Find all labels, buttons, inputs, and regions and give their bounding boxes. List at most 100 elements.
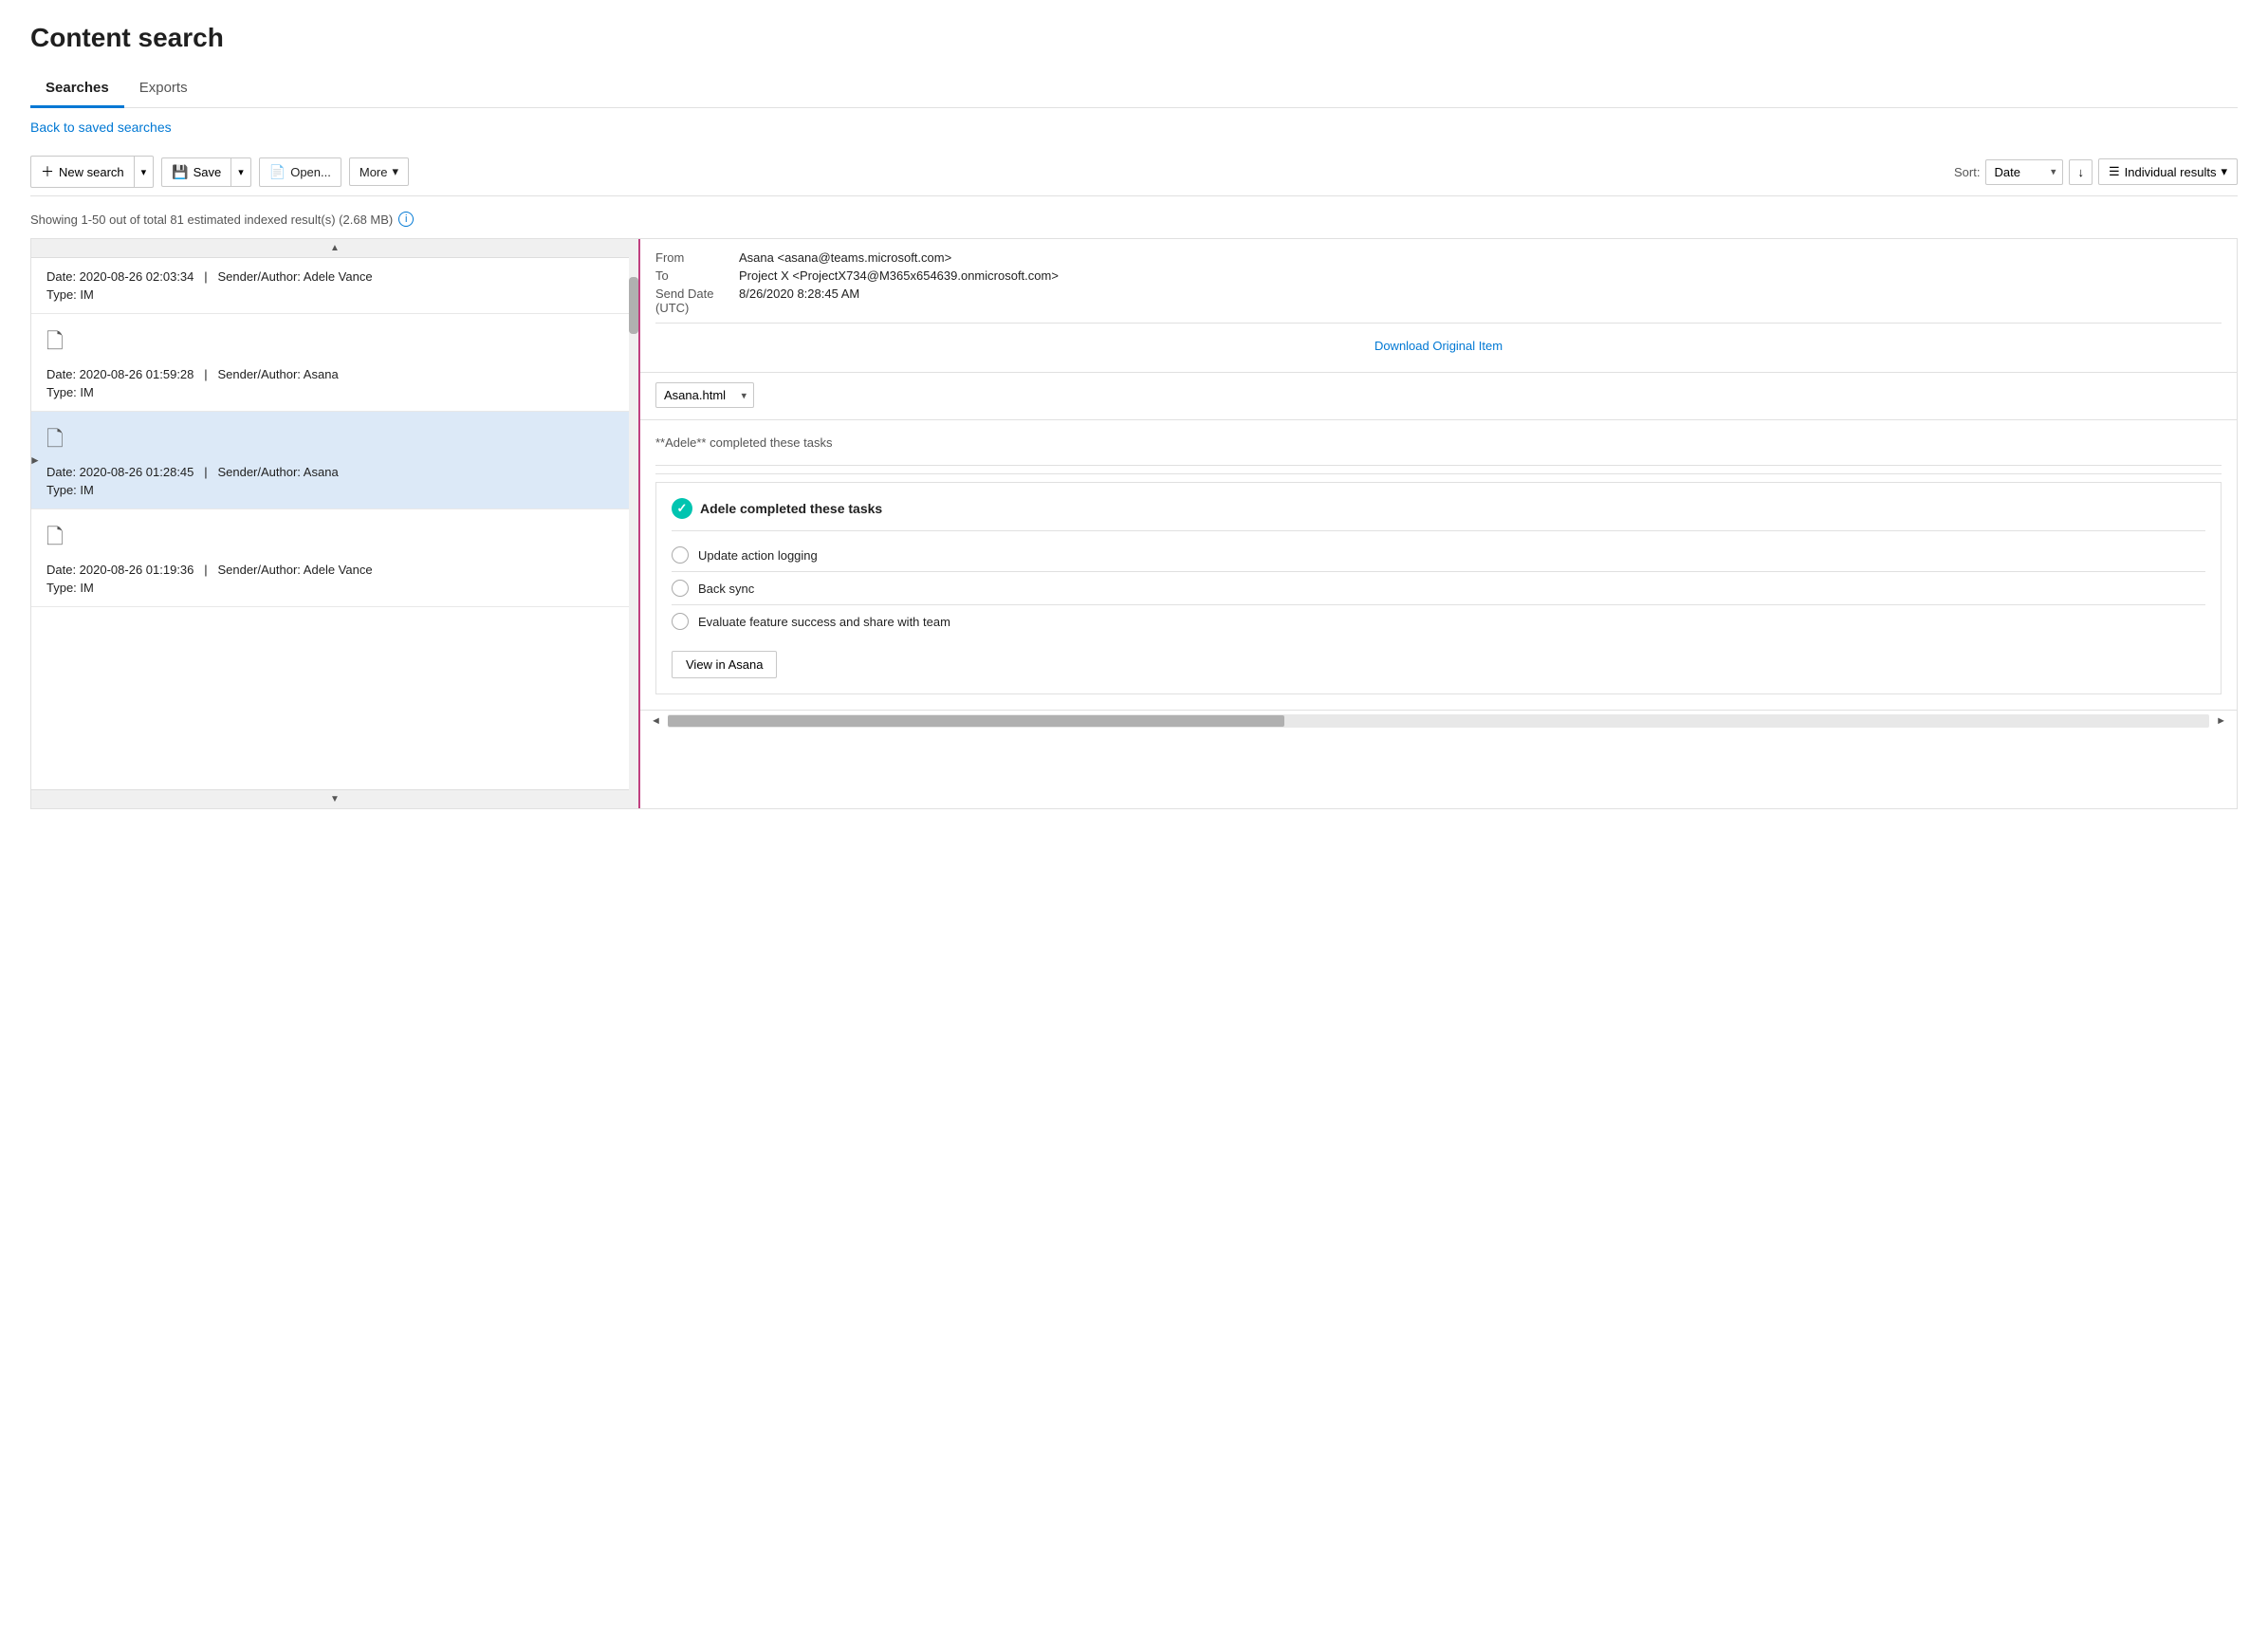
file-icon-3: 🗋	[46, 423, 623, 459]
new-search-split-button[interactable]: ＋ New search ▾	[30, 156, 154, 188]
result-4-sender: Sender/Author: Adele Vance	[217, 563, 372, 577]
result-1-date: Date: 2020-08-26 02:03:34	[46, 269, 194, 284]
chevron-down-icon: ▾	[141, 166, 147, 178]
more-icon: More ▾	[360, 164, 398, 179]
sort-select[interactable]: Date Subject Sender Size	[1985, 159, 2063, 185]
task-circle-1	[672, 546, 689, 564]
email-rendered-content: Adele completed these tasks Update actio…	[655, 482, 2222, 694]
result-4-meta: Date: 2020-08-26 01:19:36 | Sender/Autho…	[46, 563, 623, 577]
new-search-dropdown-button[interactable]: ▾	[134, 157, 154, 187]
senddate-value: 8/26/2020 8:28:45 AM	[739, 287, 859, 315]
page-title: Content search	[30, 23, 2238, 53]
open-button[interactable]: 📄 Open...	[259, 157, 341, 187]
file-icon-2: 🗋	[46, 325, 623, 361]
from-label: From	[655, 250, 731, 265]
result-2-sender: Sender/Author: Asana	[217, 367, 338, 381]
scrollbar-thumb[interactable]	[629, 277, 638, 334]
bottom-scrollbar-track	[668, 714, 2209, 728]
save-split-button[interactable]: 💾 Save ▾	[161, 157, 251, 187]
result-2-date: Date: 2020-08-26 01:59:28	[46, 367, 194, 381]
to-label: To	[655, 268, 731, 283]
bottom-scrollbar-thumb[interactable]	[668, 715, 1284, 727]
task-circle-2	[672, 580, 689, 597]
task-item-1: Update action logging	[672, 539, 2205, 572]
email-body: **Adele** completed these tasks Adele co…	[640, 420, 2237, 710]
task-header: Adele completed these tasks	[672, 498, 2205, 519]
email-to-row: To Project X <ProjectX734@M365x654639.on…	[655, 268, 2222, 283]
result-3-meta: Date: 2020-08-26 01:28:45 | Sender/Autho…	[46, 465, 623, 479]
more-label: More	[360, 165, 388, 179]
results-summary-text: Showing 1-50 out of total 81 estimated i…	[30, 213, 393, 227]
format-select-container: Asana.html Original	[655, 382, 754, 408]
result-4-date: Date: 2020-08-26 01:19:36	[46, 563, 194, 577]
results-list: Date: 2020-08-26 02:03:34 | Sender/Autho…	[31, 258, 638, 789]
email-from-row: From Asana <asana@teams.microsoft.com>	[655, 250, 2222, 265]
main-content: ▲ Date: 2020-08-26 02:03:34 | Sender/Aut…	[30, 238, 2238, 809]
task-item-2: Back sync	[672, 572, 2205, 605]
expand-arrow-3[interactable]: ►	[31, 453, 41, 467]
task-label-3: Evaluate feature success and share with …	[698, 615, 950, 629]
task-label-1: Update action logging	[698, 548, 818, 563]
scroll-right-arrow[interactable]: ►	[2213, 715, 2229, 727]
tab-searches[interactable]: Searches	[30, 72, 124, 108]
results-info: Showing 1-50 out of total 81 estimated i…	[30, 212, 2238, 227]
result-item-4[interactable]: 🗋 Date: 2020-08-26 01:19:36 | Sender/Aut…	[31, 509, 638, 607]
save-button[interactable]: 💾 Save	[162, 158, 230, 186]
task-label-2: Back sync	[698, 582, 754, 596]
tab-exports[interactable]: Exports	[124, 72, 203, 108]
individual-results-button[interactable]: ☰ Individual results ▾	[2098, 158, 2238, 185]
result-3-sender: Sender/Author: Asana	[217, 465, 338, 479]
bottom-scrollbar: ◄ ►	[640, 710, 2237, 731]
result-1-meta: Date: 2020-08-26 02:03:34 | Sender/Autho…	[46, 269, 623, 284]
result-3-type: Type: IM	[46, 483, 623, 497]
new-search-button[interactable]: ＋ New search	[31, 157, 134, 187]
open-icon: 📄	[269, 164, 286, 180]
list-icon: ☰	[2109, 164, 2120, 179]
result-1-type: Type: IM	[46, 287, 623, 302]
task-check-green-icon	[672, 498, 692, 519]
scroll-left-arrow[interactable]: ◄	[648, 715, 664, 727]
chevron-down-icon-more: ▾	[392, 164, 398, 179]
scrollbar-track	[629, 239, 638, 808]
info-icon[interactable]: i	[398, 212, 414, 227]
task-header-text: Adele completed these tasks	[700, 501, 882, 516]
result-4-type: Type: IM	[46, 581, 623, 595]
right-panel: From Asana <asana@teams.microsoft.com> T…	[638, 239, 2237, 808]
task-item-3: Evaluate feature success and share with …	[672, 605, 2205, 638]
senddate-label: Send Date (UTC)	[655, 287, 731, 315]
toolbar: ＋ New search ▾ 💾 Save ▾ 📄 Open... More ▾…	[30, 148, 2238, 196]
sort-direction-button[interactable]: ↓	[2069, 159, 2093, 185]
result-1-sender: Sender/Author: Adele Vance	[217, 269, 372, 284]
scroll-up-button[interactable]: ▲	[31, 239, 638, 258]
scroll-down-button[interactable]: ▼	[31, 789, 638, 808]
save-icon: 💾	[172, 164, 188, 180]
result-2-type: Type: IM	[46, 385, 623, 399]
result-3-date: Date: 2020-08-26 01:28:45	[46, 465, 194, 479]
left-panel: ▲ Date: 2020-08-26 02:03:34 | Sender/Aut…	[31, 239, 638, 808]
open-label: Open...	[290, 165, 331, 179]
format-select[interactable]: Asana.html Original	[655, 382, 754, 408]
new-search-label: New search	[59, 165, 124, 179]
result-item-3[interactable]: ► 🗋 Date: 2020-08-26 01:28:45 | Sender/A…	[31, 412, 638, 509]
save-label: Save	[194, 165, 222, 179]
tabs-bar: Searches Exports	[30, 72, 2238, 108]
sort-label: Sort:	[1954, 165, 1980, 179]
more-button[interactable]: More ▾	[349, 157, 409, 186]
format-selector-wrap: Asana.html Original	[640, 373, 2237, 420]
from-value: Asana <asana@teams.microsoft.com>	[739, 250, 951, 265]
result-item-1[interactable]: Date: 2020-08-26 02:03:34 | Sender/Autho…	[31, 258, 638, 314]
to-value: Project X <ProjectX734@M365x654639.onmic…	[739, 268, 1059, 283]
email-senddate-row: Send Date (UTC) 8/26/2020 8:28:45 AM	[655, 287, 2222, 315]
task-circle-3	[672, 613, 689, 630]
result-item-2[interactable]: 🗋 Date: 2020-08-26 01:59:28 | Sender/Aut…	[31, 314, 638, 412]
plus-icon: ＋	[41, 162, 54, 181]
chevron-down-icon-results: ▾	[2221, 164, 2227, 179]
back-to-saved-searches-link[interactable]: Back to saved searches	[30, 120, 172, 135]
chevron-down-icon-save: ▾	[238, 166, 244, 178]
download-original-link[interactable]: Download Original Item	[655, 331, 2222, 361]
save-dropdown-button[interactable]: ▾	[230, 158, 250, 186]
individual-results-label: Individual results	[2125, 165, 2217, 179]
view-in-asana-button[interactable]: View in Asana	[672, 651, 777, 678]
file-icon-4: 🗋	[46, 521, 623, 557]
email-raw-text: **Adele** completed these tasks	[655, 435, 2222, 450]
